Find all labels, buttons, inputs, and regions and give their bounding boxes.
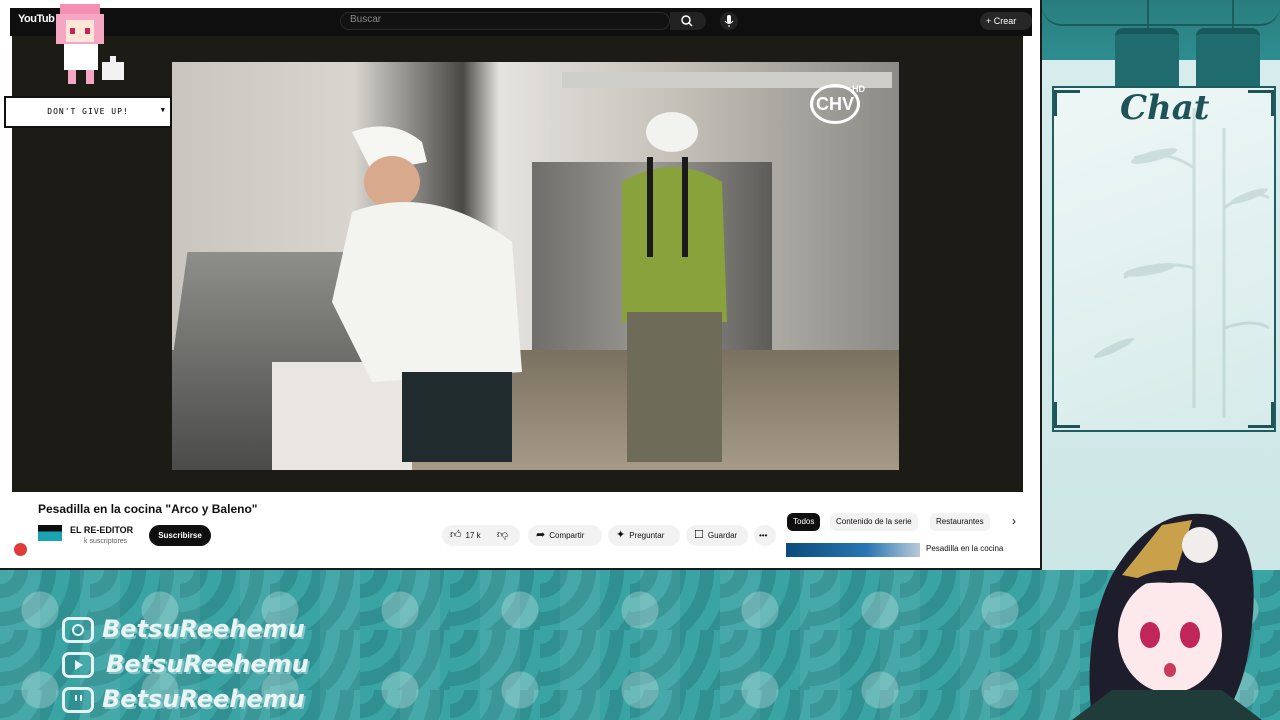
twitch-icon	[62, 687, 94, 713]
next-video-title[interactable]: Pesadilla en la cocina	[926, 544, 1003, 553]
next-video-thumbnail[interactable]	[786, 543, 920, 557]
channel-subscribers: k suscriptores	[84, 538, 128, 545]
more-icon: •••	[759, 531, 768, 540]
video-title: Pesadilla en la cocina "Arco y Baleno"	[38, 502, 258, 516]
microphone-icon	[724, 15, 734, 27]
chip-todos[interactable]: Todos	[787, 513, 821, 531]
corner-ornament-icon	[1054, 90, 1080, 116]
instagram-handle: BetsuReehemu	[102, 615, 305, 643]
instagram-icon	[62, 617, 94, 643]
create-label: Crear	[993, 16, 1017, 26]
chat-title: Chat	[1120, 88, 1210, 128]
ask-button[interactable]: ✦ Preguntar	[608, 525, 680, 546]
lantern-icon	[1115, 28, 1179, 88]
youtube-logo[interactable]: YouTub	[18, 13, 55, 25]
bamboo-decoration	[1093, 108, 1270, 418]
ask-label: Preguntar	[629, 531, 665, 540]
voice-search-button[interactable]	[720, 12, 738, 30]
thumbs-down-icon[interactable]: 👎︎	[497, 525, 508, 546]
plus-icon: +	[986, 16, 994, 26]
vtuber-avatar	[1072, 513, 1262, 720]
cook-figure	[622, 112, 727, 462]
youtube-icon	[62, 652, 94, 678]
bookmark-icon: ☐	[694, 529, 704, 542]
save-label: Guardar	[707, 531, 738, 540]
speech-text: DON'T GIVE UP!	[47, 107, 129, 116]
thumbs-up-icon[interactable]: 👍︎	[450, 525, 462, 546]
live-dot-icon	[14, 543, 27, 556]
broadcaster-hd: HD	[852, 84, 865, 94]
pixel-character	[56, 4, 124, 84]
chip-series[interactable]: Contenido de la serie	[830, 513, 918, 531]
share-icon: ➦	[536, 529, 546, 542]
stream-overlay: Chat YouTub Buscar + Crear CHV HD Pesadi…	[0, 0, 1280, 720]
search-icon	[681, 15, 693, 27]
live-label: LIVE	[33, 539, 77, 558]
search-placeholder: Buscar	[350, 14, 382, 25]
chip-restaurants[interactable]: Restaurantes	[930, 513, 990, 531]
save-button[interactable]: ☐ Guardar	[686, 525, 748, 546]
like-dislike-group: 👍︎ 17 k 👎︎	[442, 525, 520, 546]
more-actions-button[interactable]: •••	[754, 525, 776, 546]
caret-down-icon: ▼	[160, 106, 166, 114]
share-button[interactable]: ➦ Compartir	[528, 525, 602, 546]
search-button[interactable]	[670, 12, 706, 30]
lantern-string	[1232, 0, 1234, 30]
corner-ornament-icon	[1054, 402, 1080, 428]
share-label: Compartir	[549, 531, 585, 540]
corner-ornament-icon	[1248, 402, 1274, 428]
speech-bubble: DON'T GIVE UP! ▼	[4, 96, 172, 128]
youtube-handle: BetsuReehemu	[106, 650, 309, 678]
create-button[interactable]: + Crear	[980, 12, 1032, 30]
channel-name[interactable]: EL RE-EDITOR	[70, 525, 133, 535]
sparkle-icon: ✦	[616, 529, 626, 542]
chevron-right-icon[interactable]: ›	[1012, 514, 1016, 528]
subscribe-button[interactable]: Suscribirse	[149, 525, 211, 546]
broadcaster-logo-text: CHV	[815, 94, 854, 114]
corner-ornament-icon	[1248, 90, 1274, 116]
chat-panel	[1052, 86, 1276, 432]
chef-figure	[332, 126, 522, 462]
video-frame[interactable]	[172, 62, 899, 470]
lantern-string	[1147, 0, 1149, 30]
twitch-handle: BetsuReehemu	[102, 685, 305, 713]
lantern-rope	[1042, 6, 1280, 26]
like-count[interactable]: 17 k	[466, 531, 481, 540]
search-input[interactable]	[340, 12, 670, 30]
lantern-icon	[1196, 28, 1260, 88]
